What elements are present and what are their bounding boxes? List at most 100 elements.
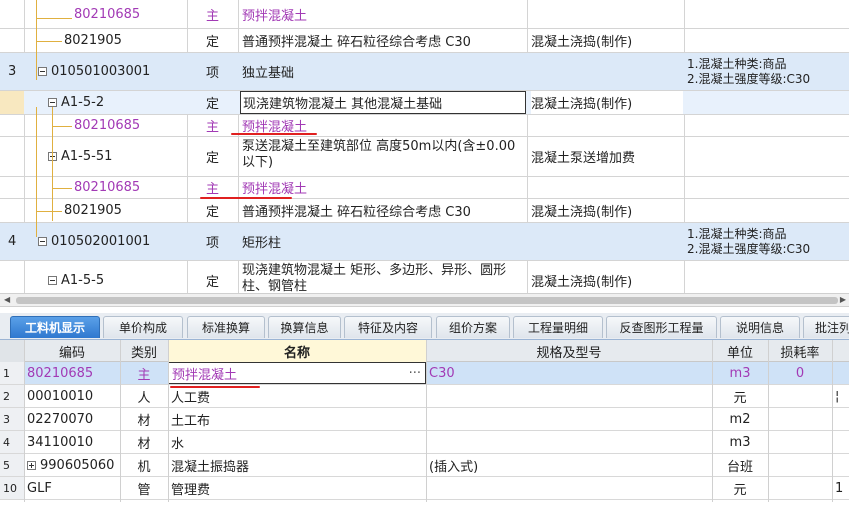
code-cell[interactable]: 80210685 [74,0,187,28]
extra-cell[interactable] [832,431,849,453]
type-cell[interactable]: 材 [120,431,168,453]
loss-cell[interactable] [768,477,832,499]
code-cell[interactable]: 010502001001 [38,223,187,260]
type-cell[interactable]: 主 [187,0,238,28]
extra-cell[interactable] [832,408,849,430]
name-cell[interactable]: 预拌混凝土 ··· [168,362,426,384]
resource-row[interactable]: 3 02270070 材土工布 m2 [0,408,849,431]
tab-2[interactable]: 单价构成 [103,316,183,338]
header-unit[interactable]: 单位 [712,340,768,362]
work-content-cell[interactable]: 混凝土浇捣(制作) [531,199,683,222]
code-cell[interactable]: 010501003001 [38,53,187,90]
tab-4[interactable]: 换算信息 [268,316,341,338]
header-loss[interactable]: 损耗率 [768,340,832,362]
resource-row[interactable]: 4 34110010 材水 m3 [0,431,849,454]
resource-row[interactable]: 1 80210685 主预拌混凝土 ··· C30 m3 0 [0,362,849,385]
ellipsis-button[interactable]: ··· [409,366,421,381]
spec-cell[interactable] [426,431,712,453]
name-cell[interactable]: 土工布 [168,408,426,430]
features-cell[interactable]: 1.混凝土种类:商品 2.混凝土强度等级:C30 [687,223,849,260]
spec-cell[interactable]: (插入式) [426,454,712,476]
features-cell[interactable] [687,0,849,28]
code-cell[interactable]: A1-5-2 [48,91,187,114]
unit-cell[interactable]: m3 [712,431,768,453]
type-cell[interactable]: 定 [187,261,238,293]
type-cell[interactable]: 机 [120,454,168,476]
type-cell[interactable]: 项 [187,53,238,90]
expand-icon[interactable] [27,460,36,470]
unit-cell[interactable]: 台班 [712,454,768,476]
quota-row[interactable]: A1-5-51 定泵送混凝土至建筑部位 高度50m以内(含±0.00以下) 混凝土泵… [0,137,849,177]
loss-cell[interactable] [768,385,832,407]
work-content-cell[interactable] [531,0,683,28]
spec-cell[interactable] [426,408,712,430]
quota-row[interactable]: A1-5-2 定现浇建筑物混凝土 其他混凝土基础 混凝土浇捣(制作) [0,91,849,115]
work-content-cell[interactable]: 混凝土浇捣(制作) [531,29,683,52]
name-cell[interactable]: 普通预拌混凝土 碎石粒径综合考虑 C30 [242,29,525,52]
name-cell[interactable]: 混凝土振捣器 [168,454,426,476]
header-spec[interactable]: 规格及型号 [426,340,712,362]
resource-row[interactable]: 10 GLF 管管理费 元 1 [0,477,849,500]
spec-cell[interactable]: C30 [426,362,712,384]
features-cell[interactable] [687,199,849,222]
material-row[interactable]: 80210685 主预拌混凝土 [0,177,849,199]
quota-row[interactable]: 8021905 定普通预拌混凝土 碎石粒径综合考虑 C30 混凝土浇捣(制作) [0,199,849,223]
unit-cell[interactable]: 元 [712,477,768,499]
bill-item-row[interactable]: 4 010502001001 项矩形柱 1.混凝土种类:商品 2.混凝土强度等级:C30 [0,223,849,261]
name-cell[interactable]: 预拌混凝土 [242,0,525,28]
unit-cell[interactable]: m2 [712,408,768,430]
horizontal-scrollbar[interactable]: ◀ ▶ [0,293,849,307]
work-content-cell[interactable]: 混凝土泵送增加费 [531,137,683,176]
work-content-cell[interactable]: 混凝土浇捣(制作) [531,91,683,114]
type-cell[interactable]: 主 [187,177,238,198]
tab-10[interactable]: 批注列 [803,316,849,338]
features-cell[interactable] [687,115,849,136]
work-content-cell[interactable] [531,177,683,198]
loss-cell[interactable] [768,408,832,430]
code-cell[interactable]: 80210685 [24,362,120,384]
header-type[interactable]: 类别 [120,340,168,362]
tab-5[interactable]: 特征及内容 [344,316,432,338]
features-cell[interactable] [687,261,849,293]
extra-cell[interactable]: 1 [832,477,849,499]
name-cell[interactable]: 管理费 [168,477,426,499]
code-cell[interactable]: 80210685 [74,115,187,136]
quota-row[interactable]: 8021905 定普通预拌混凝土 碎石粒径综合考虑 C30 混凝土浇捣(制作) [0,29,849,53]
type-cell[interactable]: 定 [187,91,238,114]
header-name[interactable]: 名称 [168,340,426,362]
tab-9[interactable]: 说明信息 [720,316,800,338]
name-cell[interactable]: 现浇建筑物混凝土 矩形、多边形、异形、圆形柱、钢管柱 [242,261,525,293]
quota-row[interactable]: A1-5-5 定现浇建筑物混凝土 矩形、多边形、异形、圆形柱、钢管柱 混凝土浇捣(制… [0,261,849,293]
collapse-toggle-icon[interactable] [38,237,47,246]
collapse-toggle-icon[interactable] [48,98,57,107]
features-cell[interactable] [687,137,849,176]
scroll-right-icon[interactable]: ▶ [840,295,846,304]
code-cell[interactable]: GLF [24,477,120,499]
material-row[interactable]: 80210685 主预拌混凝土 [0,0,849,29]
tab-6[interactable]: 组价方案 [436,316,510,338]
extra-cell[interactable] [832,362,849,384]
loss-cell[interactable]: 0 [768,362,832,384]
loss-cell[interactable] [768,431,832,453]
features-cell[interactable]: 1.混凝土种类:商品 2.混凝土强度等级:C30 [687,53,849,90]
collapse-toggle-icon[interactable] [48,276,57,285]
resource-row[interactable]: 5 990605060 机混凝土振捣器 (插入式) 台班 [0,454,849,477]
spec-cell[interactable] [426,477,712,499]
type-cell[interactable]: 定 [187,29,238,52]
type-cell[interactable]: 定 [187,199,238,222]
code-cell[interactable]: 34110010 [24,431,120,453]
tab-3[interactable]: 标准换算 [187,316,265,338]
material-row[interactable]: 80210685 主预拌混凝土 [0,115,849,137]
type-cell[interactable]: 项 [187,223,238,260]
scrollbar-thumb[interactable] [16,297,838,304]
header-code[interactable]: 编码 [24,340,120,362]
type-cell[interactable]: 人 [120,385,168,407]
scroll-left-icon[interactable]: ◀ [4,295,10,304]
code-cell[interactable]: 8021905 [64,199,187,222]
features-cell[interactable] [687,91,849,114]
name-cell[interactable]: 矩形柱 [242,223,525,260]
name-cell[interactable]: 预拌混凝土 [242,177,525,198]
type-cell[interactable]: 管 [120,477,168,499]
code-cell[interactable]: 02270070 [24,408,120,430]
name-cell[interactable]: 普通预拌混凝土 碎石粒径综合考虑 C30 [242,199,525,222]
